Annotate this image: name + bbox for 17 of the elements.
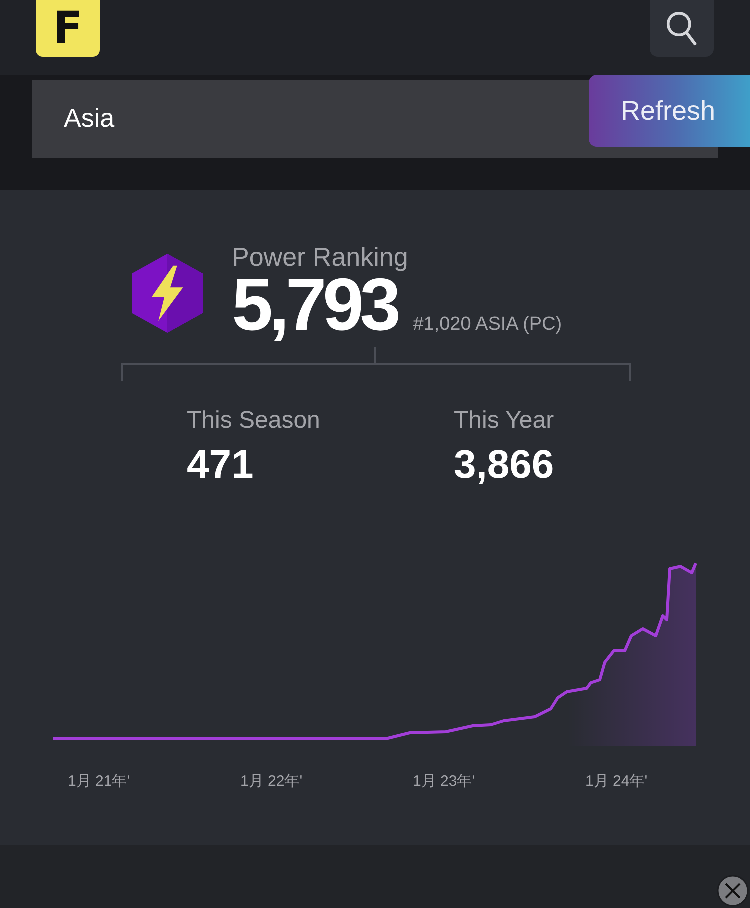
axis-label: 1月 24年' bbox=[586, 772, 648, 792]
axis-label: 1月 22年' bbox=[240, 772, 303, 792]
refresh-button[interactable]: Refresh bbox=[589, 75, 750, 147]
lightning-hexagon-icon bbox=[132, 254, 203, 333]
search-button[interactable] bbox=[650, 0, 714, 57]
axis-label: 1月 23年' bbox=[413, 772, 476, 792]
axis-label: 1月 21年' bbox=[68, 772, 130, 792]
search-icon bbox=[666, 10, 698, 46]
app-logo[interactable]: F bbox=[36, 0, 100, 57]
stat-label: This Year bbox=[454, 406, 556, 436]
region-select[interactable]: Asia bbox=[64, 103, 115, 133]
stat-label: This Season bbox=[187, 406, 322, 436]
stat-value: 3,866 bbox=[454, 442, 556, 488]
stat-value: 471 bbox=[187, 442, 255, 488]
close-icon[interactable] bbox=[717, 875, 749, 907]
region-rank: #1,020 ASIA (PC) bbox=[413, 314, 562, 336]
power-ranking-label: Power Ranking bbox=[232, 242, 410, 272]
